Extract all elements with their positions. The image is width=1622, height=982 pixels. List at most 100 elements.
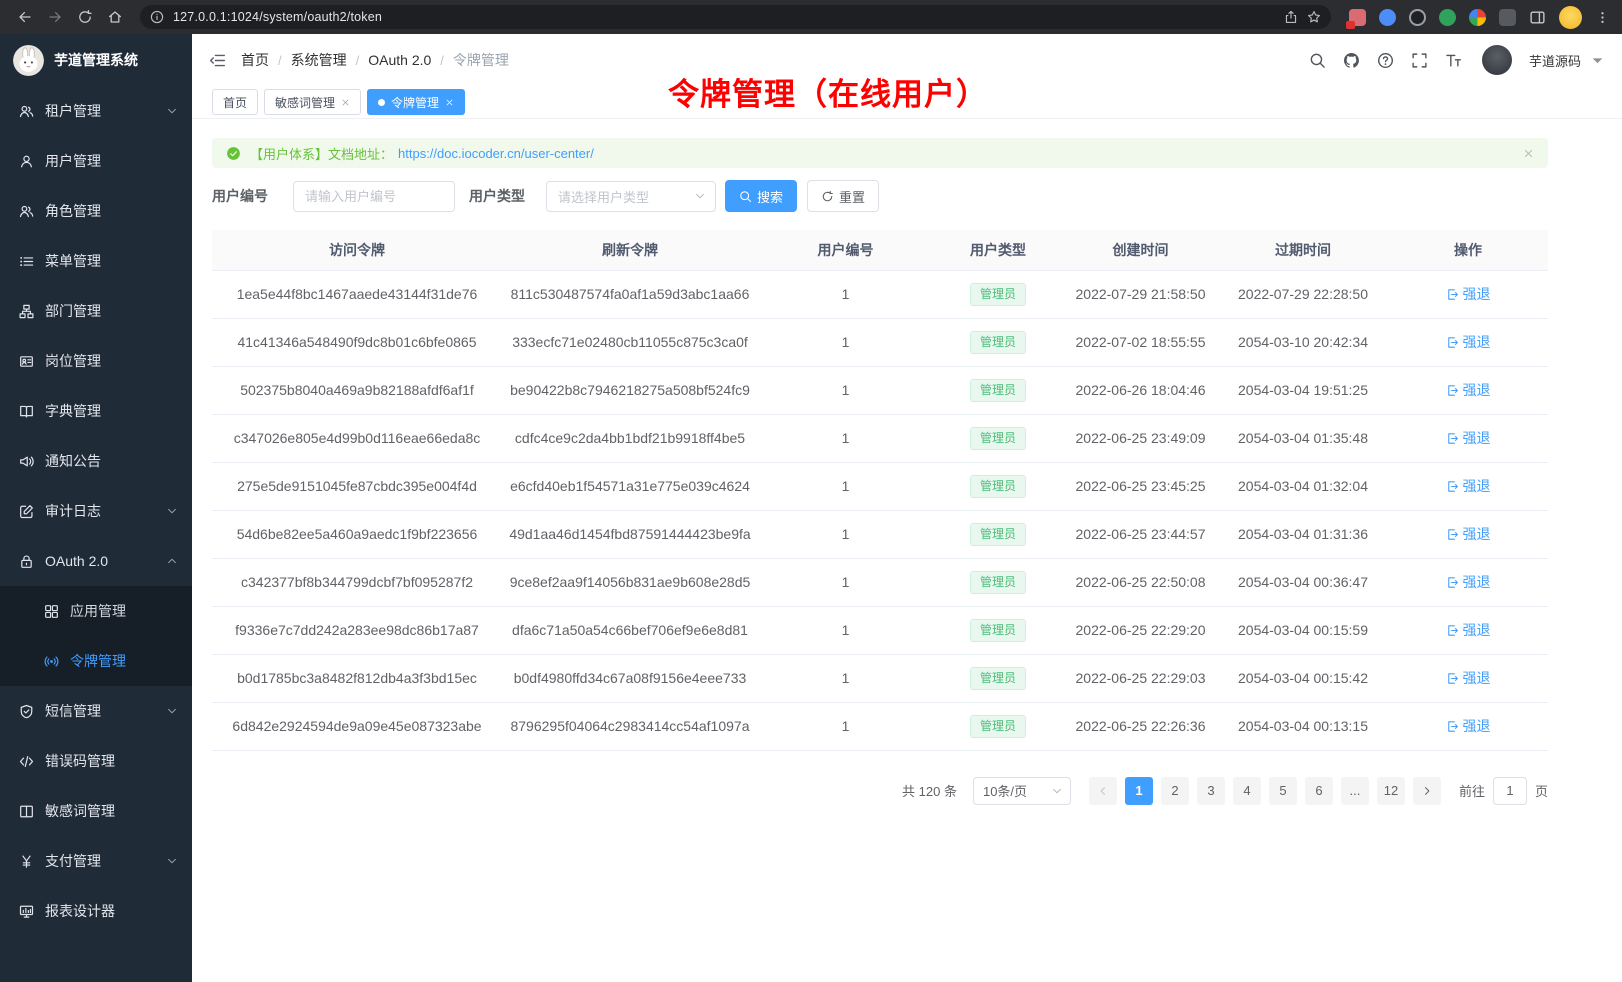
sidebar-item[interactable]: 字典管理 <box>0 386 192 436</box>
force-logout-button[interactable]: 强退 <box>1446 476 1491 496</box>
help-icon[interactable] <box>1377 52 1394 69</box>
sidebar-item[interactable]: 错误码管理 <box>0 736 192 786</box>
user-type-cell: 管理员 <box>933 270 1063 318</box>
action-cell: 强退 <box>1388 270 1548 318</box>
sidebar-item[interactable]: 菜单管理 <box>0 236 192 286</box>
extension-green-icon[interactable] <box>1439 9 1456 26</box>
page-button[interactable]: 4 <box>1233 777 1261 805</box>
sidebar-item[interactable]: 用户管理 <box>0 136 192 186</box>
force-logout-label: 强退 <box>1463 668 1491 688</box>
collapse-sidebar-icon[interactable] <box>209 52 226 69</box>
reset-button[interactable]: 重置 <box>807 180 879 212</box>
force-logout-button[interactable]: 强退 <box>1446 332 1491 352</box>
extension-gray-icon[interactable] <box>1499 9 1516 26</box>
page-button[interactable]: 3 <box>1197 777 1225 805</box>
user-type-select[interactable]: 请选择用户类型 <box>546 181 716 212</box>
prev-page-button[interactable] <box>1089 777 1117 805</box>
next-page-button[interactable] <box>1413 777 1441 805</box>
search-icon[interactable] <box>1309 52 1326 69</box>
breadcrumb-item[interactable]: OAuth 2.0 <box>368 52 431 68</box>
tab[interactable]: 令牌管理 <box>367 89 465 115</box>
sidebar-item-label: 租户管理 <box>45 101 101 121</box>
page-size-select[interactable]: 10条/页 <box>973 777 1071 805</box>
extension-dark-icon[interactable] <box>1409 9 1426 26</box>
sidebar-item[interactable]: 短信管理 <box>0 686 192 736</box>
force-logout-label: 强退 <box>1463 524 1491 544</box>
sidebar-item[interactable]: OAuth 2.0 <box>0 536 192 586</box>
site-info-icon[interactable] <box>150 10 164 24</box>
bookmark-star-icon[interactable] <box>1307 10 1321 24</box>
sidebar-item-label: 审计日志 <box>45 501 101 521</box>
page-button[interactable]: 6 <box>1305 777 1333 805</box>
sidebar-item[interactable]: 岗位管理 <box>0 336 192 386</box>
side-panel-icon[interactable] <box>1529 9 1546 26</box>
page-button[interactable]: 12 <box>1377 777 1405 805</box>
address-bar[interactable]: 127.0.0.1:1024/system/oauth2/token <box>140 5 1331 29</box>
tab-close-icon[interactable] <box>341 98 350 107</box>
sidebar-item[interactable]: 部门管理 <box>0 286 192 336</box>
sidebar-item[interactable]: 报表设计器 <box>0 886 192 936</box>
sidebar-item[interactable]: 通知公告 <box>0 436 192 486</box>
action-cell: 强退 <box>1388 702 1548 750</box>
user-type-badge: 管理员 <box>970 283 1026 306</box>
page-button[interactable]: 2 <box>1161 777 1189 805</box>
tab[interactable]: 首页 <box>212 89 258 115</box>
annotation-overlay: 令牌管理（在线用户） <box>668 69 988 114</box>
force-logout-button[interactable]: 强退 <box>1446 716 1491 736</box>
shield-icon <box>19 704 34 719</box>
user-id-input[interactable] <box>293 181 455 212</box>
page-button[interactable]: 5 <box>1269 777 1297 805</box>
caret-down-icon[interactable] <box>1589 52 1606 69</box>
reload-icon[interactable] <box>72 9 98 25</box>
user-avatar[interactable] <box>1482 45 1512 75</box>
extension-blue-icon[interactable] <box>1379 9 1396 26</box>
forward-icon[interactable] <box>42 9 68 25</box>
breadcrumb-item[interactable]: 系统管理 <box>291 50 347 70</box>
fullscreen-icon[interactable] <box>1411 52 1428 69</box>
sidebar-item[interactable]: 应用管理 <box>0 586 192 636</box>
share-icon[interactable] <box>1284 10 1298 24</box>
browser-extensions-area <box>1349 6 1610 29</box>
breadcrumb-separator: / <box>356 53 360 68</box>
alert-link[interactable]: https://doc.iocoder.cn/user-center/ <box>398 146 594 161</box>
sidebar-item[interactable]: 租户管理 <box>0 86 192 136</box>
page-button[interactable]: 1 <box>1125 777 1153 805</box>
goto-suffix: 页 <box>1535 781 1548 800</box>
force-logout-button[interactable]: 强退 <box>1446 620 1491 640</box>
created-cell: 2022-06-26 18:04:46 <box>1063 366 1218 414</box>
force-logout-button[interactable]: 强退 <box>1446 284 1491 304</box>
force-logout-button[interactable]: 强退 <box>1446 668 1491 688</box>
broadcast-icon <box>44 654 59 669</box>
sidebar-item[interactable]: 角色管理 <box>0 186 192 236</box>
sidebar-item[interactable]: 令牌管理 <box>0 636 192 686</box>
extension-badge-icon[interactable] <box>1349 9 1366 26</box>
username[interactable]: 芋道源码 <box>1529 51 1581 70</box>
force-logout-label: 强退 <box>1463 428 1491 448</box>
font-size-icon[interactable] <box>1445 52 1462 69</box>
github-icon[interactable] <box>1343 52 1360 69</box>
more-pages-button[interactable]: ... <box>1341 777 1369 805</box>
extension-colorful-icon[interactable] <box>1469 9 1486 26</box>
force-logout-button[interactable]: 强退 <box>1446 524 1491 544</box>
tab-close-icon[interactable] <box>445 98 454 107</box>
alert-close-icon[interactable] <box>1523 148 1534 159</box>
force-logout-button[interactable]: 强退 <box>1446 572 1491 592</box>
force-logout-button[interactable]: 强退 <box>1446 428 1491 448</box>
sidebar-item-label: 支付管理 <box>45 851 101 871</box>
browser-menu-icon[interactable] <box>1595 10 1610 25</box>
home-icon[interactable] <box>102 9 128 25</box>
user-id-cell: 1 <box>758 654 933 702</box>
browser-profile-avatar[interactable] <box>1559 6 1582 29</box>
sidebar-item[interactable]: 支付管理 <box>0 836 192 886</box>
tab[interactable]: 敏感词管理 <box>264 89 361 115</box>
app-logo-image <box>13 45 44 76</box>
user-type-cell: 管理员 <box>933 654 1063 702</box>
back-icon[interactable] <box>12 9 38 25</box>
sidebar-item[interactable]: 敏感词管理 <box>0 786 192 836</box>
sidebar-item-label: 通知公告 <box>45 451 101 471</box>
sidebar-item[interactable]: 审计日志 <box>0 486 192 536</box>
search-button[interactable]: 搜索 <box>725 180 797 212</box>
force-logout-button[interactable]: 强退 <box>1446 380 1491 400</box>
goto-page-input[interactable] <box>1493 777 1527 805</box>
breadcrumb-item[interactable]: 首页 <box>241 50 269 70</box>
